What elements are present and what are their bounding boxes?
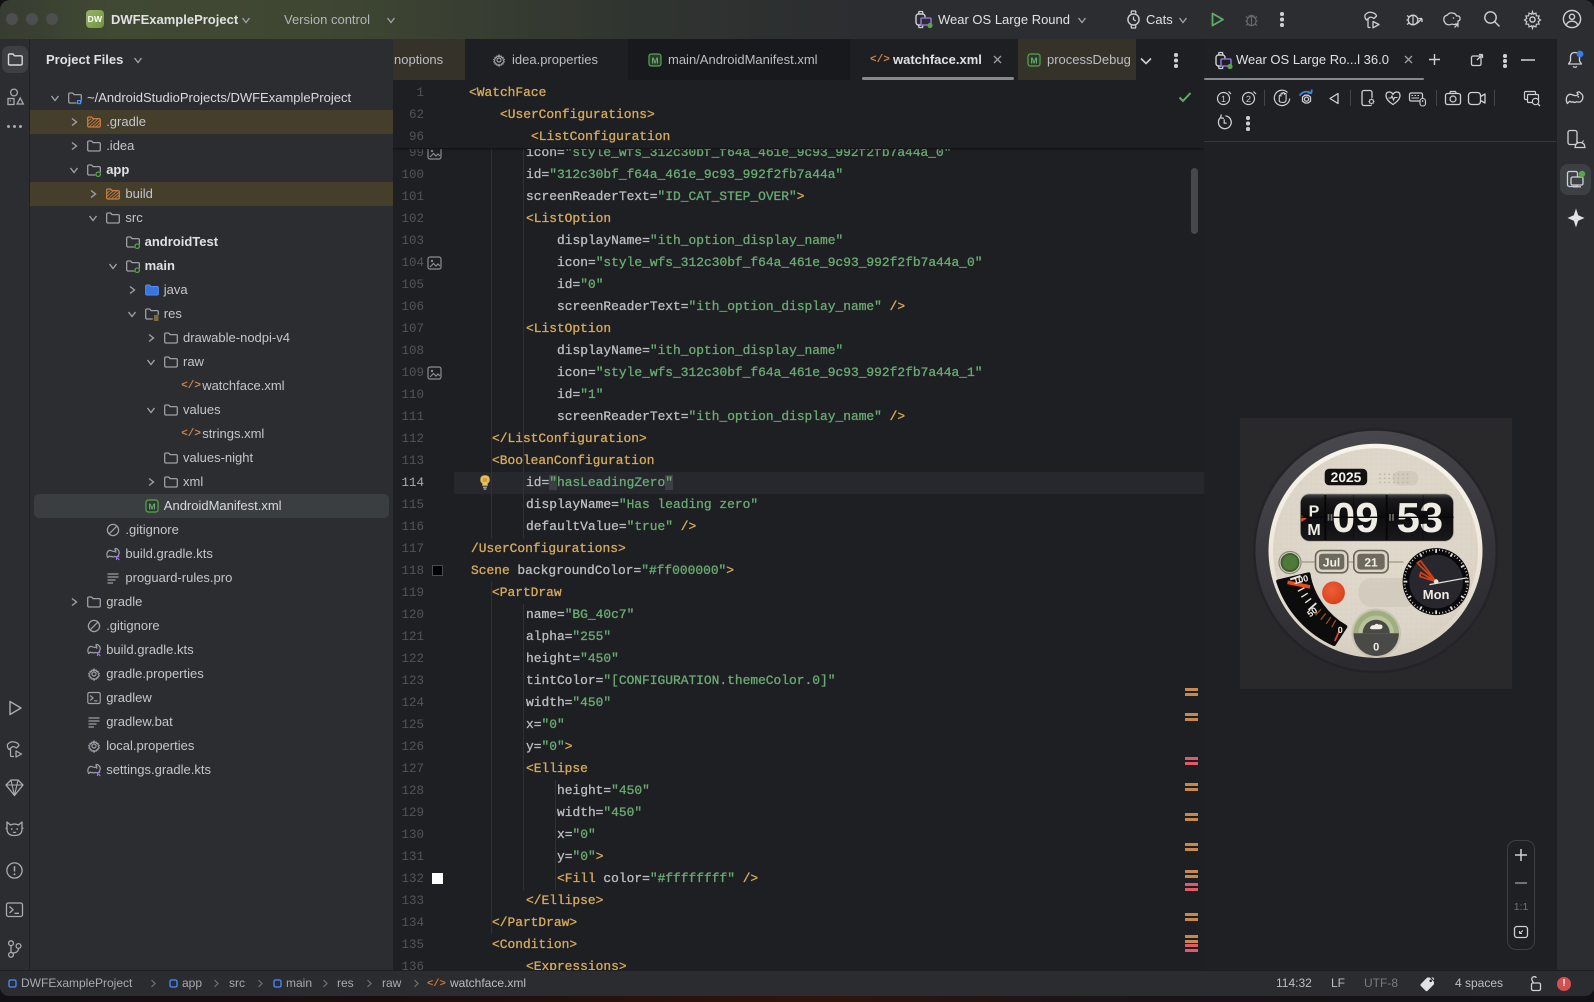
- svg-text:2: 2: [1246, 94, 1251, 104]
- svg-text:M: M: [1030, 55, 1037, 65]
- svg-text:M: M: [651, 55, 658, 65]
- svg-text:Jul: Jul: [1323, 555, 1340, 569]
- svg-text:Mon: Mon: [1423, 587, 1450, 602]
- svg-text:2025: 2025: [1331, 470, 1362, 485]
- svg-text:0: 0: [1373, 641, 1379, 653]
- svg-text:M: M: [1307, 522, 1320, 539]
- svg-text:0: 0: [1338, 625, 1343, 635]
- svg-text:M: M: [148, 501, 155, 511]
- svg-text:21: 21: [1364, 555, 1378, 569]
- svg-text:1: 1: [1221, 94, 1226, 104]
